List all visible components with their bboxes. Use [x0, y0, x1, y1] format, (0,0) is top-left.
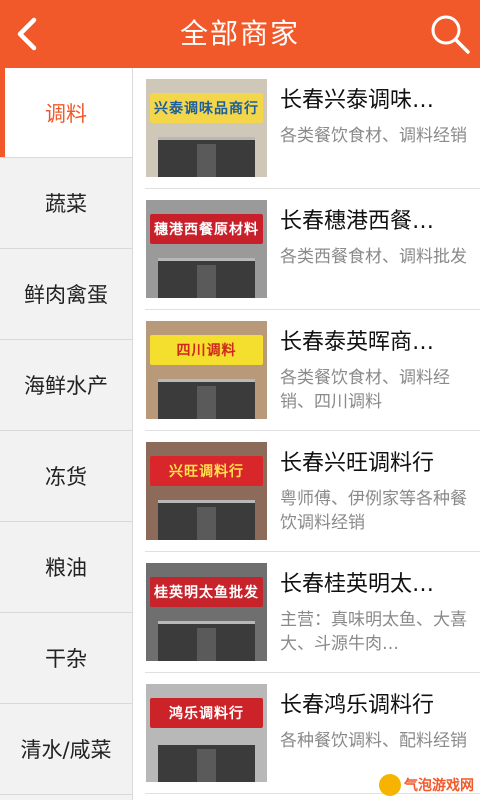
watermark-logo-icon — [379, 774, 401, 796]
shop-sign: 四川调料 — [150, 335, 263, 365]
shop-name: 长春穗港西餐… — [280, 209, 435, 234]
list-item[interactable]: 兴泰调味品商行 长春兴泰调味… 各类餐饮食材、调料经销 — [145, 68, 480, 189]
back-button[interactable] — [6, 10, 50, 58]
shop-sign: 鸿乐调料行 — [150, 698, 263, 728]
sidebar-item-vegetables[interactable]: 蔬菜 — [0, 158, 132, 249]
shop-name: 长春兴旺调料行 — [280, 451, 435, 476]
shop-description: 主营：真味明太鱼、大喜大、斗源牛肉… — [280, 610, 467, 654]
shop-description: 各类西餐食材、调料批发 — [280, 247, 467, 267]
top-app-bar: 全部商家 — [0, 0, 480, 68]
shop-photo: 兴泰调味品商行 — [146, 79, 267, 177]
shop-name: 长春泰英晖商… — [280, 330, 435, 355]
sidebar-item-seafood[interactable]: 海鲜水产 — [0, 340, 132, 431]
list-item[interactable]: 桂英明太鱼批发 长春桂英明太… 主营：真味明太鱼、大喜大、斗源牛肉… — [145, 552, 480, 673]
shop-name: 长春鸿乐调料行 — [280, 693, 435, 718]
shop-description: 各类餐饮食材、调料经销 — [280, 126, 467, 146]
site-watermark: 气泡游戏网 — [379, 774, 474, 796]
sidebar-item-label: 调料 — [45, 101, 87, 126]
shop-description: 各种餐饮调料、配料经销 — [280, 731, 467, 751]
list-item[interactable]: 四川调料 长春泰英晖商… 各类餐饮食材、调料经销、四川调料 — [145, 310, 480, 431]
shop-name: 长春兴泰调味… — [280, 88, 435, 113]
sidebar-item-label: 蔬菜 — [45, 192, 87, 216]
sidebar-item-meat-poultry-eggs[interactable]: 鲜肉禽蛋 — [0, 249, 132, 340]
list-item[interactable]: 兴旺调料行 长春兴旺调料行 粤师傅、伊例家等各种餐饮调料经销 — [145, 431, 480, 552]
shop-sign: 桂英明太鱼批发 — [150, 577, 263, 607]
page-title: 全部商家 — [179, 17, 300, 50]
watermark-text: 气泡游戏网 — [404, 778, 474, 794]
sidebar-item-label: 冻货 — [45, 465, 87, 489]
shop-list: 兴泰调味品商行 长春兴泰调味… 各类餐饮食材、调料经销 穗港西餐原材料 长春穗港… — [133, 68, 480, 800]
shop-sign: 兴旺调料行 — [150, 456, 263, 486]
shop-photo: 穗港西餐原材料 — [146, 200, 267, 298]
shop-photo: 鸿乐调料行 — [146, 684, 267, 782]
sidebar-item-label: 海鲜水产 — [24, 374, 108, 398]
sidebar-item-label: 干杂 — [45, 647, 87, 671]
sidebar-item-frozen[interactable]: 冻货 — [0, 431, 132, 522]
shop-photo: 四川调料 — [146, 321, 267, 419]
shop-name: 长春桂英明太… — [280, 572, 435, 597]
sidebar-item-label: 粮油 — [45, 556, 87, 580]
sidebar-item-seasoning[interactable]: 调料 — [0, 68, 132, 158]
sidebar-item-label: 鲜肉禽蛋 — [24, 283, 108, 307]
shop-sign: 兴泰调味品商行 — [150, 93, 263, 123]
sidebar-item-label: 清水/咸菜 — [20, 738, 112, 762]
search-icon — [431, 15, 470, 54]
shop-photo: 兴旺调料行 — [146, 442, 267, 540]
shop-description: 粤师傅、伊例家等各种餐饮调料经销 — [280, 489, 467, 533]
shop-description: 各类餐饮食材、调料经销、四川调料 — [280, 368, 450, 412]
shop-sign: 穗港西餐原材料 — [150, 214, 263, 244]
list-item[interactable]: 穗港西餐原材料 长春穗港西餐… 各类西餐食材、调料批发 — [145, 189, 480, 310]
sidebar-item-pickles[interactable]: 清水/咸菜 — [0, 704, 132, 795]
chevron-left-icon — [17, 17, 37, 51]
search-button[interactable] — [426, 10, 474, 58]
sidebar-item-dry-goods[interactable]: 干杂 — [0, 613, 132, 704]
category-sidebar: 调料 蔬菜 鲜肉禽蛋 海鲜水产 冻货 粮油 干杂 清水/咸菜 — [0, 68, 133, 800]
sidebar-item-grain-oil[interactable]: 粮油 — [0, 522, 132, 613]
shop-photo: 桂英明太鱼批发 — [146, 563, 267, 661]
